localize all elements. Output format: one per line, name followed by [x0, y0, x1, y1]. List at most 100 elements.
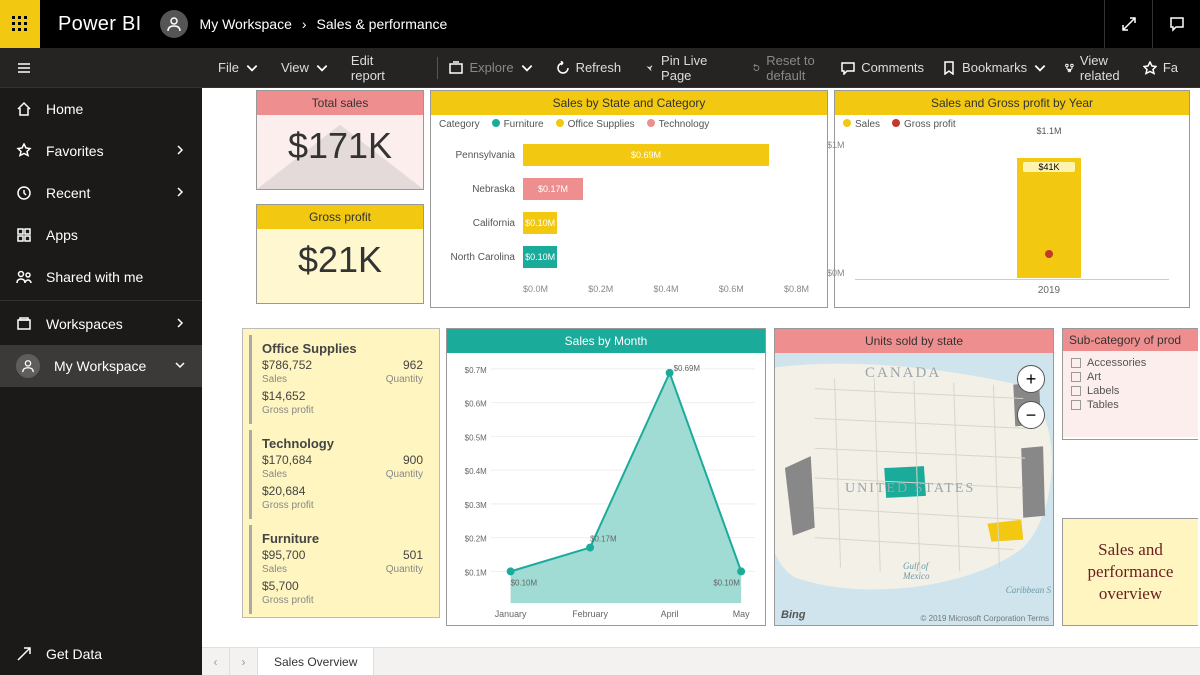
breadcrumb: My Workspace › Sales & performance: [200, 16, 448, 32]
bar-row: California$0.10M: [449, 212, 809, 234]
svg-text:February: February: [572, 609, 608, 619]
checkbox-icon: [1071, 358, 1081, 368]
user-avatar-icon[interactable]: [160, 10, 188, 38]
card-total-sales[interactable]: Total sales $171K: [256, 90, 424, 190]
map-zoom-out-button[interactable]: −: [1017, 401, 1045, 429]
svg-text:$0.69M: $0.69M: [674, 364, 700, 373]
titlebar: Power BI My Workspace › Sales & performa…: [0, 0, 1200, 48]
tab-prev-button[interactable]: ‹: [202, 648, 230, 675]
card-category-summary[interactable]: Office Supplies $786,752962 SalesQuantit…: [242, 328, 440, 618]
bar-row: Nebraska$0.17M: [449, 178, 809, 200]
map-units-sold-by-state[interactable]: Units sold by state CANADA UNITED STATES: [774, 328, 1054, 626]
svg-text:$0.10M: $0.10M: [511, 578, 537, 587]
chevron-right-icon: ›: [302, 16, 307, 32]
app-launcher-button[interactable]: [0, 0, 40, 48]
sidebar-item-my-workspace[interactable]: My Workspace: [0, 345, 202, 387]
chevron-down-icon: [174, 358, 186, 374]
favorite-button[interactable]: Fa: [1143, 60, 1178, 75]
svg-text:$0.1M: $0.1M: [465, 568, 487, 577]
map-label: Gulf of Mexico: [903, 561, 929, 581]
map-label: UNITED STATES: [845, 481, 975, 497]
svg-text:$0.5M: $0.5M: [465, 433, 487, 442]
svg-text:April: April: [661, 609, 679, 619]
card-title: Sales by State and Category: [431, 91, 827, 115]
sidebar-item-apps[interactable]: Apps: [0, 214, 202, 256]
tab-next-button[interactable]: ›: [230, 648, 258, 675]
slicer-sub-category[interactable]: Sub-category of prod Accessories Art Lab…: [1062, 328, 1198, 440]
chevron-right-icon: [174, 185, 186, 201]
column-bar: $41K: [1017, 158, 1081, 278]
sidebar-item-favorites[interactable]: Favorites: [0, 130, 202, 172]
breadcrumb-item[interactable]: My Workspace: [200, 16, 292, 32]
chevron-right-icon: [174, 316, 186, 332]
sidebar: Home Favorites Recent Apps Shared with m…: [0, 88, 202, 675]
svg-text:$0.3M: $0.3M: [465, 501, 487, 510]
card-title: Sub-category of prod: [1063, 329, 1198, 351]
card-gross-profit[interactable]: Gross profit $21K: [256, 204, 424, 304]
sidebar-item-recent[interactable]: Recent: [0, 172, 202, 214]
chevron-right-icon: [174, 143, 186, 159]
sidebar-item-home[interactable]: Home: [0, 88, 202, 130]
page-tabs: ‹ › Sales Overview: [202, 647, 1200, 675]
svg-text:$0.6M: $0.6M: [465, 400, 487, 409]
bar-row: Pennsylvania$0.69M: [449, 144, 809, 166]
svg-text:May: May: [733, 609, 750, 619]
report-canvas: Total sales $171K Gross profit $21K Sale…: [202, 88, 1200, 675]
pin-live-page-button[interactable]: Pin Live Page: [643, 53, 729, 83]
data-label: $41K: [1023, 162, 1075, 172]
y-axis-tick: $0M: [827, 268, 845, 278]
sidebar-item-shared[interactable]: Shared with me: [0, 256, 202, 298]
svg-text:January: January: [495, 609, 527, 619]
bar-row: North Carolina$0.10M: [449, 246, 809, 268]
refresh-button[interactable]: Refresh: [556, 60, 622, 75]
svg-text:$0.7M: $0.7M: [465, 366, 487, 375]
sidebar-item-get-data[interactable]: Get Data: [0, 633, 202, 675]
x-axis-tick: 2019: [1017, 285, 1081, 296]
workspace-avatar-icon: [16, 354, 40, 378]
chart-legend: Category Furniture Office Supplies Techn…: [431, 115, 827, 134]
x-axis: $0.0M$0.2M$0.4M$0.6M$0.8M: [431, 280, 827, 298]
slicer-item[interactable]: Tables: [1071, 399, 1190, 411]
checkbox-icon: [1071, 372, 1081, 382]
breadcrumb-item[interactable]: Sales & performance: [317, 16, 448, 32]
y-axis-tick: $1M: [827, 140, 845, 150]
nav-toggle-button[interactable]: [0, 48, 48, 88]
sidebar-item-workspaces[interactable]: Workspaces: [0, 303, 202, 345]
chart-sales-gross-profit-year[interactable]: Sales and Gross profit by Year Sales Gro…: [834, 90, 1190, 308]
summary-section: Technology $170,684900 SalesQuantity $20…: [249, 430, 433, 519]
card-title: Gross profit: [257, 205, 423, 229]
summary-section: Furniture $95,700501 SalesQuantity $5,70…: [249, 525, 433, 614]
map-zoom-in-button[interactable]: +: [1017, 365, 1045, 393]
data-label: $1.1M: [1017, 126, 1081, 136]
svg-text:$0.4M: $0.4M: [465, 467, 487, 476]
chart-sales-by-month[interactable]: Sales by Month $0.7M $0.6M $0.5M: [446, 328, 766, 626]
view-related-button[interactable]: View related: [1065, 53, 1125, 83]
gross-profit-point: [1045, 250, 1053, 258]
card-title: Total sales: [257, 91, 423, 115]
chart-sales-by-state[interactable]: Sales by State and Category Category Fur…: [430, 90, 828, 308]
explore-menu[interactable]: Explore: [449, 60, 533, 75]
svg-text:$0.10M: $0.10M: [713, 578, 739, 587]
page-tab[interactable]: Sales Overview: [258, 648, 374, 675]
fullscreen-button[interactable]: [1104, 0, 1152, 48]
card-value: $171K: [257, 115, 423, 177]
checkbox-icon: [1071, 386, 1081, 396]
chart-legend: Sales Gross profit: [835, 115, 1189, 134]
card-title: Sales and Gross profit by Year: [835, 91, 1189, 115]
slicer-item[interactable]: Labels: [1071, 385, 1190, 397]
checkbox-icon: [1071, 400, 1081, 410]
bookmarks-menu[interactable]: Bookmarks: [942, 60, 1047, 75]
app-name: Power BI: [58, 13, 142, 36]
slicer-item[interactable]: Accessories: [1071, 357, 1190, 369]
card-title: Sales by Month: [447, 329, 765, 353]
toolbar: File View Edit report Explore Refresh Pi…: [48, 48, 1200, 88]
reset-to-default-button[interactable]: Reset to default: [752, 53, 824, 83]
svg-text:$0.2M: $0.2M: [465, 535, 487, 544]
edit-report-button[interactable]: Edit report: [351, 53, 403, 83]
summary-section: Office Supplies $786,752962 SalesQuantit…: [249, 335, 433, 424]
slicer-item[interactable]: Art: [1071, 371, 1190, 383]
chat-button[interactable]: [1152, 0, 1200, 48]
view-menu[interactable]: View: [281, 60, 329, 75]
file-menu[interactable]: File: [218, 60, 259, 75]
comments-button[interactable]: Comments: [841, 60, 924, 75]
